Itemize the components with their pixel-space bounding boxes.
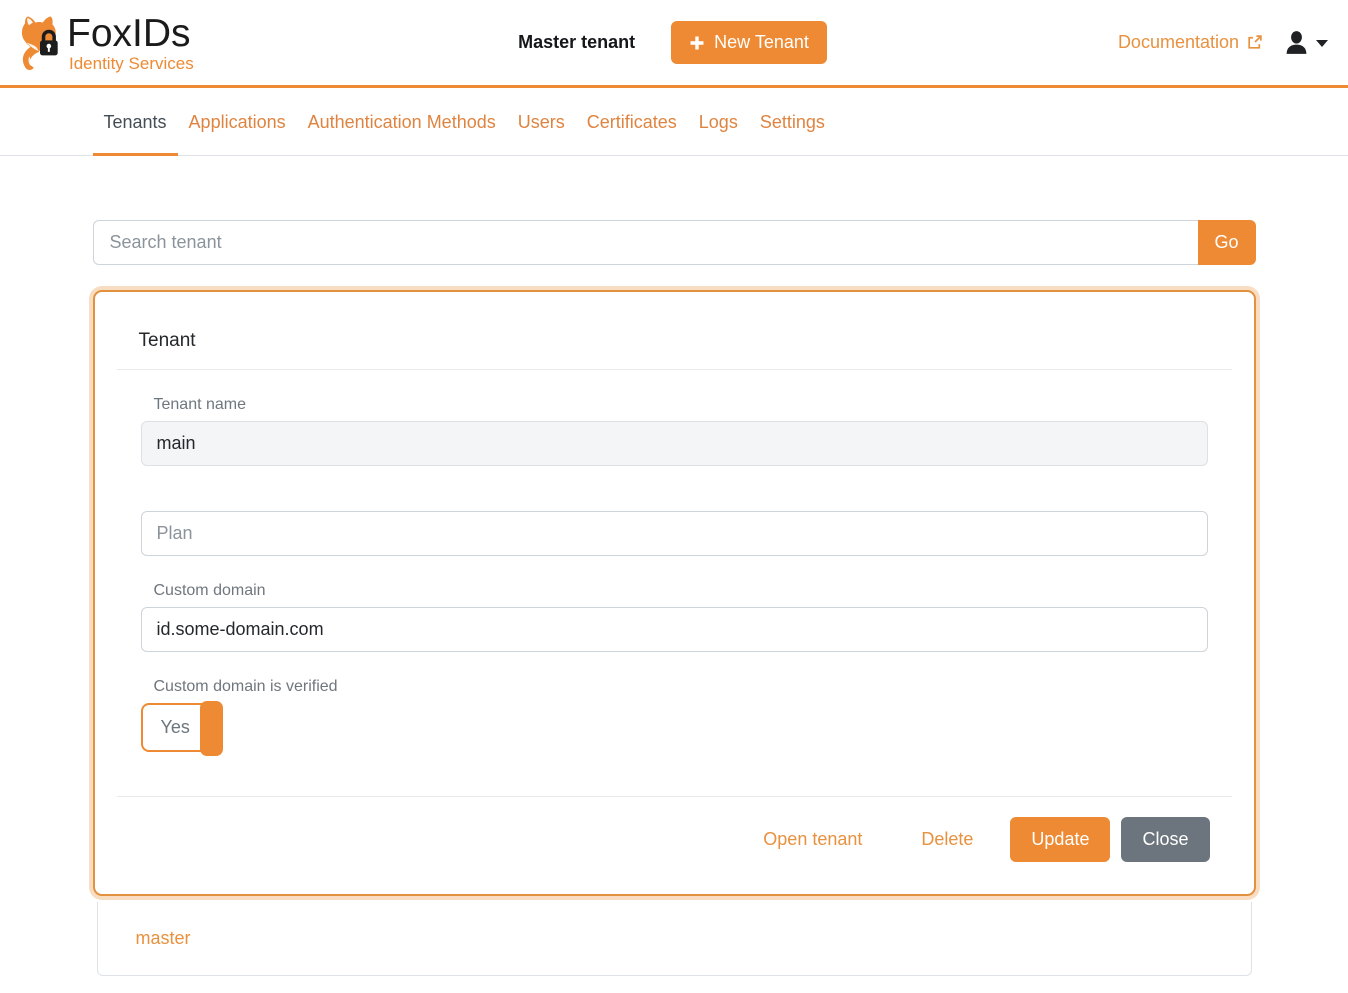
documentation-link-label: Documentation — [1118, 32, 1239, 53]
tenant-name-label: Tenant name — [154, 396, 1208, 414]
tenant-name-input[interactable] — [141, 421, 1208, 466]
custom-domain-verified-label: Custom domain is verified — [154, 678, 1208, 696]
master-tenant-label: Master tenant — [518, 32, 635, 53]
plus-icon — [689, 35, 705, 51]
caret-down-icon — [1316, 40, 1328, 47]
new-tenant-button-label: New Tenant — [714, 32, 809, 53]
card-title-divider — [117, 369, 1232, 370]
header-right: Documentation — [827, 29, 1328, 56]
brand-text: FoxIDs Identity Services — [67, 14, 194, 72]
tab-tenants[interactable]: Tenants — [93, 88, 178, 156]
brand-subtitle: Identity Services — [67, 55, 194, 72]
card-title: Tenant — [139, 330, 1210, 352]
tab-certificates[interactable]: Certificates — [576, 88, 688, 156]
external-link-icon — [1246, 34, 1263, 51]
tenant-list: master — [97, 902, 1252, 976]
toggle-knob — [200, 701, 223, 756]
tab-users[interactable]: Users — [507, 88, 576, 156]
search-tenant-input[interactable] — [93, 220, 1198, 265]
update-button[interactable]: Update — [1010, 817, 1110, 862]
plan-input[interactable] — [141, 511, 1208, 556]
tab-logs[interactable]: Logs — [688, 88, 749, 156]
tenant-detail-card: Tenant Tenant name Custom domain Custom … — [93, 290, 1256, 896]
brand[interactable]: FoxIDs Identity Services — [17, 11, 518, 75]
user-menu[interactable] — [1283, 29, 1328, 56]
delete-button[interactable]: Delete — [905, 818, 989, 861]
tab-settings[interactable]: Settings — [749, 88, 836, 156]
close-button[interactable]: Close — [1121, 817, 1209, 862]
main-content: Go Tenant Tenant name Custom domain Cust… — [93, 220, 1256, 976]
tab-applications[interactable]: Applications — [178, 88, 297, 156]
custom-domain-verified-toggle[interactable]: Yes — [141, 703, 222, 752]
tenant-list-item-master[interactable]: master — [97, 902, 1252, 976]
tenant-name: master — [136, 928, 191, 949]
tenant-search-group: Go — [93, 220, 1256, 265]
open-tenant-button[interactable]: Open tenant — [747, 818, 878, 861]
documentation-link[interactable]: Documentation — [1118, 32, 1263, 53]
toggle-value-label: Yes — [143, 717, 190, 738]
foxids-logo-icon — [17, 11, 63, 75]
main-nav: Tenants Applications Authentication Meth… — [0, 88, 1348, 156]
card-footer: Open tenant Delete Update Close — [95, 797, 1254, 894]
header-center: Master tenant New Tenant — [518, 21, 827, 64]
custom-domain-input[interactable] — [141, 607, 1208, 652]
app-header: FoxIDs Identity Services Master tenant N… — [0, 0, 1348, 88]
new-tenant-button[interactable]: New Tenant — [671, 21, 827, 64]
tenant-form: Tenant name Custom domain Custom domain … — [95, 396, 1254, 752]
search-go-button[interactable]: Go — [1198, 220, 1256, 265]
custom-domain-label: Custom domain — [154, 582, 1208, 600]
tab-authentication-methods[interactable]: Authentication Methods — [297, 88, 507, 156]
brand-title: FoxIDs — [67, 14, 194, 53]
user-icon — [1283, 29, 1310, 56]
